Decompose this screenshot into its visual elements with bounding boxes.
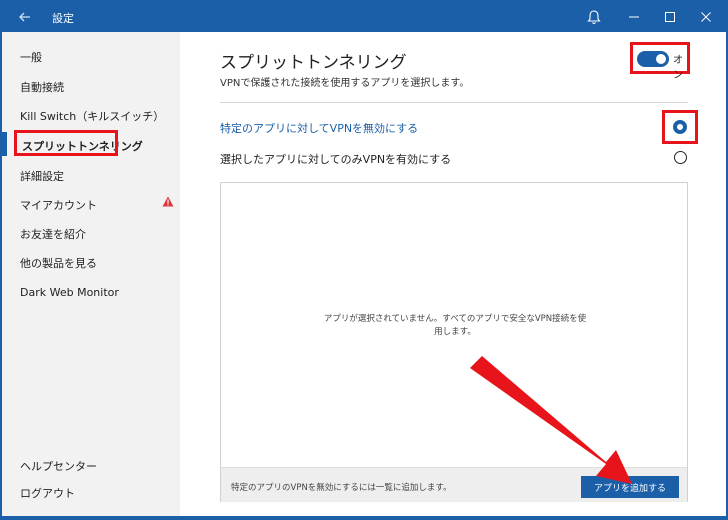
- bell-icon[interactable]: [587, 9, 601, 25]
- add-app-button[interactable]: アプリを追加する: [581, 476, 679, 498]
- maximize-button[interactable]: [652, 2, 688, 32]
- maximize-icon: [665, 12, 675, 22]
- footer-hint: 特定のアプリのVPNを無効にするには一覧に追加します。: [231, 483, 452, 493]
- sidebar: 一般 自動接続 Kill Switch（キルスイッチ） スプリットトンネリング …: [2, 32, 180, 516]
- empty-message: アプリが選択されていません。すべてのアプリで安全なVPN接続を使用します。: [323, 314, 587, 337]
- annotation-highlight-box: [14, 130, 118, 156]
- sidebar-item-help-center[interactable]: ヘルプセンター: [20, 458, 97, 474]
- annotation-highlight-box: [662, 110, 698, 144]
- minimize-icon: [629, 16, 639, 18]
- radio-dot: [677, 124, 683, 130]
- sidebar-item-advanced[interactable]: 詳細設定: [20, 168, 64, 184]
- split-tunneling-toggle[interactable]: [637, 51, 669, 67]
- toggle-label: オン: [673, 55, 683, 81]
- sidebar-item-auto-connect[interactable]: 自動接続: [20, 79, 64, 95]
- page-subtitle: VPNで保護された接続を使用するアプリを選択します。: [220, 78, 470, 89]
- title-bar: 設定: [2, 2, 726, 32]
- divider: [220, 102, 688, 103]
- main-content: スプリットトンネリング VPNで保護された接続を使用するアプリを選択します。 オ…: [180, 32, 726, 516]
- back-arrow-icon[interactable]: [16, 8, 34, 26]
- radio-enable-vpn-only[interactable]: [674, 151, 687, 164]
- window-title: 設定: [52, 12, 74, 25]
- app-list-footer: 特定のアプリのVPNを無効にするには一覧に追加します。 アプリを追加する: [221, 467, 687, 502]
- sidebar-item-dark-web-monitor[interactable]: Dark Web Monitor: [20, 286, 119, 299]
- option-disable-vpn-for-apps[interactable]: 特定のアプリに対してVPNを無効にする: [220, 120, 418, 136]
- annotation-highlight-box: オン: [630, 42, 690, 81]
- sidebar-item-refer-friend[interactable]: お友達を紹介: [20, 226, 86, 242]
- radio-disable-vpn-selected[interactable]: [673, 120, 687, 134]
- close-icon: [701, 12, 711, 22]
- page-title: スプリットトンネリング: [220, 53, 407, 73]
- sidebar-item-logout[interactable]: ログアウト: [20, 485, 75, 501]
- sidebar-item-other-products[interactable]: 他の製品を見る: [20, 255, 97, 271]
- sidebar-item-general[interactable]: 一般: [20, 49, 42, 65]
- close-button[interactable]: [688, 2, 724, 32]
- sidebar-item-my-account[interactable]: マイアカウント: [20, 197, 97, 213]
- toggle-knob: [656, 54, 666, 64]
- sidebar-item-kill-switch[interactable]: Kill Switch（キルスイッチ）: [20, 108, 164, 124]
- minimize-button[interactable]: [616, 2, 652, 32]
- option-enable-vpn-only-for-apps[interactable]: 選択したアプリに対してのみVPNを有効にする: [220, 151, 451, 167]
- warning-icon: [162, 196, 174, 207]
- app-list-panel: アプリが選択されていません。すべてのアプリで安全なVPN接続を使用します。 特定…: [220, 182, 688, 502]
- app-window: 設定 一般 自動接続 Kill Switch（キルスイッチ） スプリットトンネリ…: [0, 0, 728, 518]
- active-indicator: [2, 132, 7, 156]
